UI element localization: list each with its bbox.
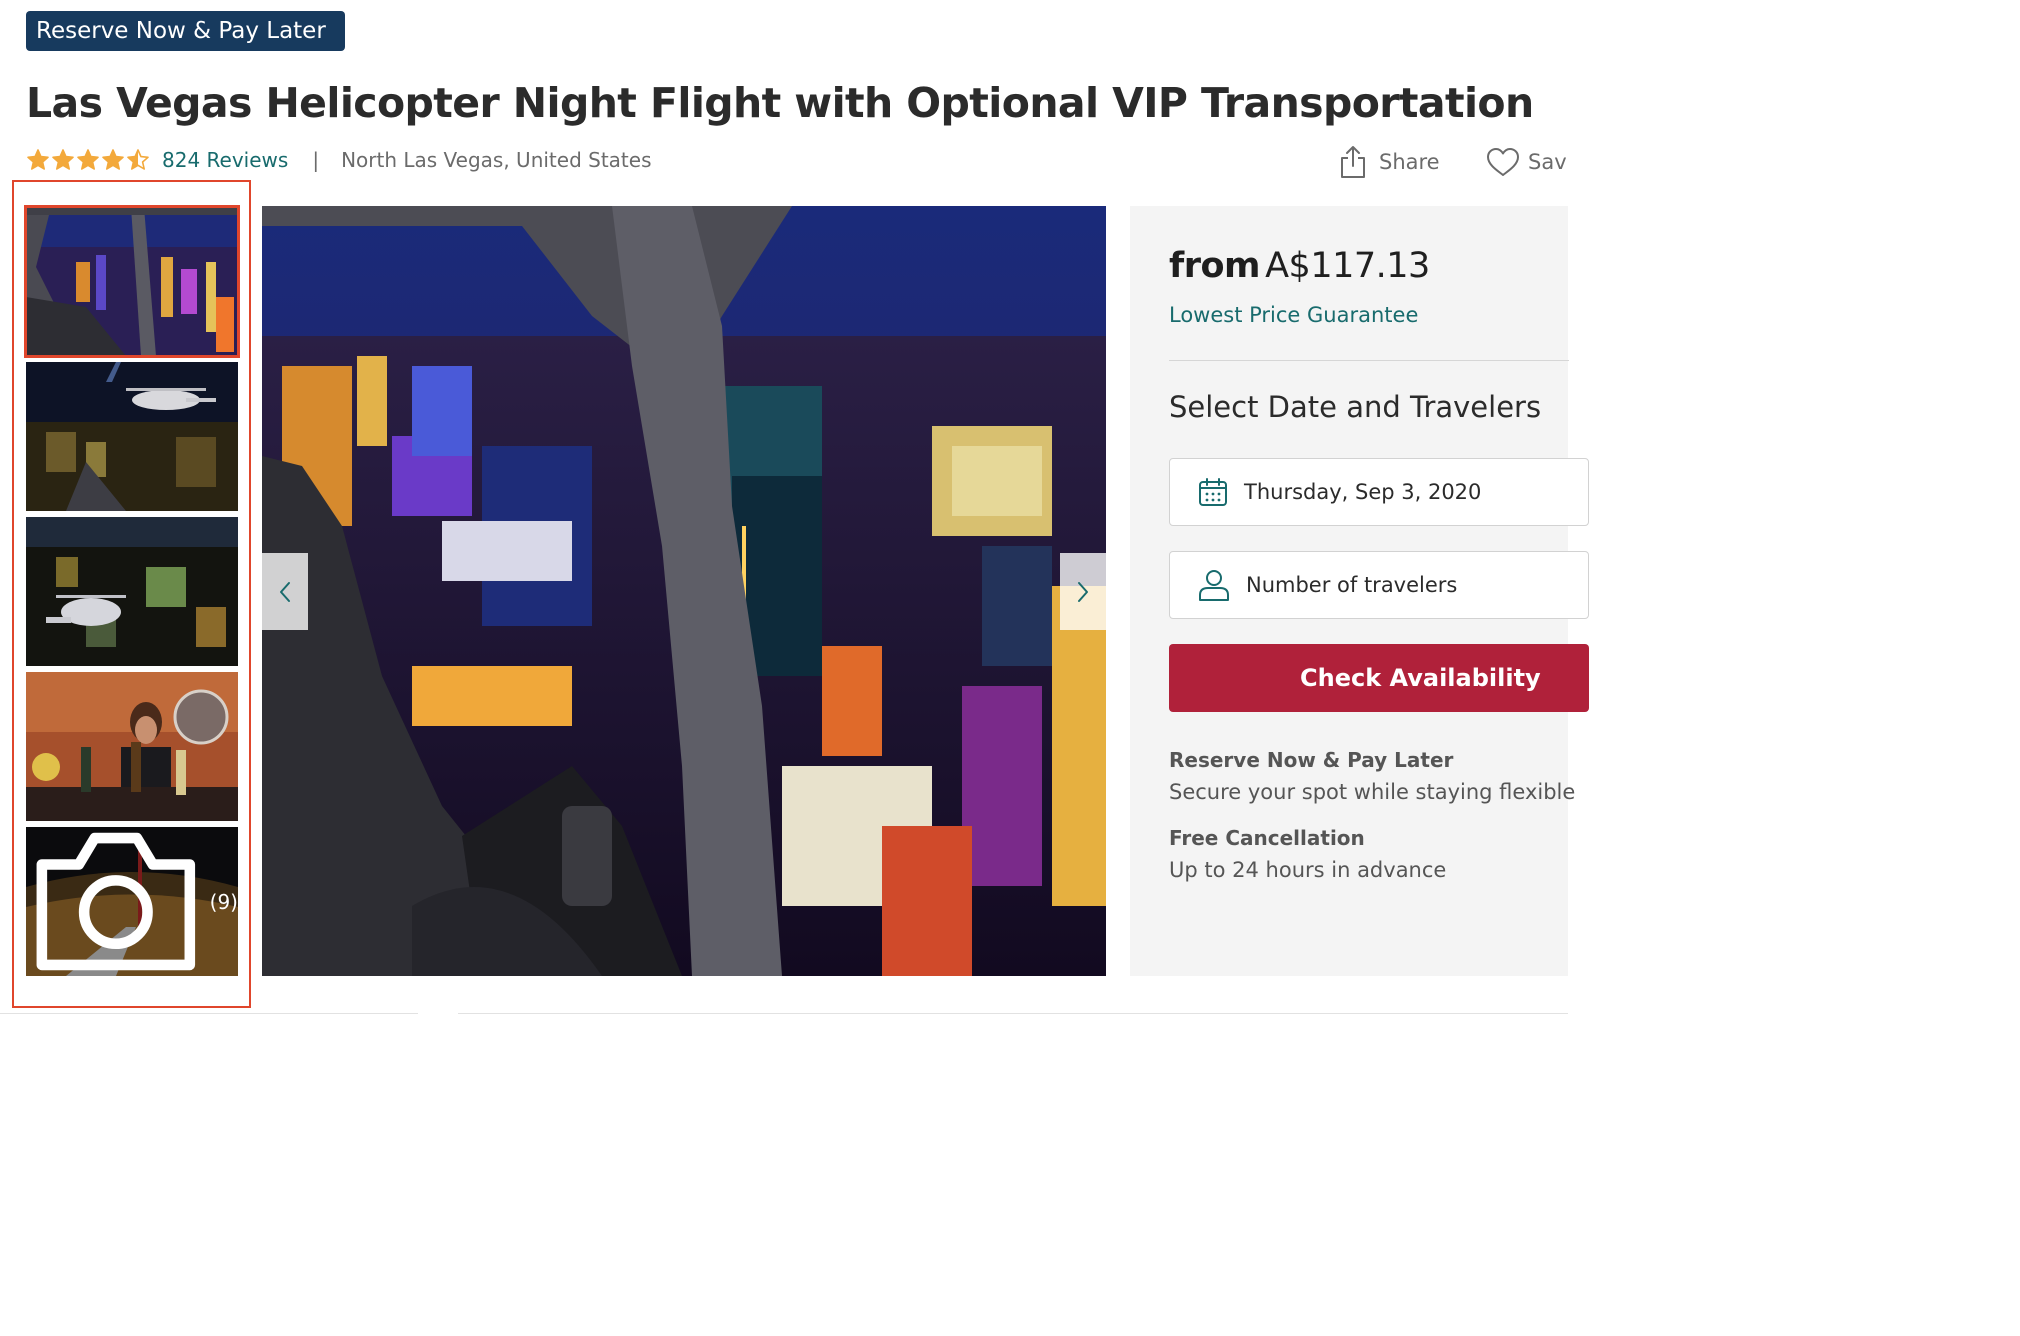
- heart-icon: [1487, 148, 1519, 176]
- reserve-now-title: Reserve Now & Pay Later: [1169, 748, 1454, 772]
- reserve-now-badge: Reserve Now & Pay Later: [26, 11, 345, 51]
- date-value: Thursday, Sep 3, 2020: [1244, 480, 1482, 504]
- thumbnail-helicopter-over-strip[interactable]: [26, 362, 238, 511]
- calendar-icon: [1199, 478, 1227, 506]
- price-block: from A$117.13: [1169, 246, 1430, 286]
- main-photo: [262, 206, 1106, 976]
- star-full-icon: [102, 149, 124, 170]
- share-button[interactable]: Share: [1339, 144, 1440, 180]
- location-text: North Las Vegas, United States: [341, 148, 652, 172]
- meta-separator: |: [312, 148, 320, 172]
- traveler-icon: [1199, 570, 1229, 601]
- product-meta-row: 824 Reviews | North Las Vegas, United St…: [26, 144, 651, 176]
- chevron-right-icon: [1078, 581, 1088, 602]
- helicopter-cockpit-night-image: [262, 206, 1106, 976]
- thumbnail-helicopter-above-city[interactable]: [26, 517, 238, 666]
- thumbnail-more-photos[interactable]: (9): [26, 827, 238, 976]
- helicopter-above-city-image: [26, 517, 238, 666]
- rating-stars: [26, 148, 150, 172]
- select-date-travelers-heading: Select Date and Travelers: [1169, 390, 1542, 424]
- check-availability-button[interactable]: Check Availability: [1169, 644, 1589, 712]
- camera-icon: [36, 832, 196, 971]
- previous-photo-button[interactable]: [262, 553, 308, 630]
- star-half-icon: [127, 149, 149, 170]
- lowest-price-guarantee-link[interactable]: Lowest Price Guarantee: [1169, 303, 1418, 327]
- star-full-icon: [27, 149, 49, 170]
- booking-divider: [1169, 360, 1569, 361]
- date-picker-field[interactable]: Thursday, Sep 3, 2020: [1169, 458, 1589, 526]
- save-label: Sav: [1528, 150, 1567, 174]
- host-with-wine-image: [26, 672, 238, 821]
- next-photo-button[interactable]: [1060, 553, 1106, 630]
- page-title: Las Vegas Helicopter Night Flight with O…: [26, 79, 1534, 127]
- thumbnail-host-with-wine[interactable]: [26, 672, 238, 821]
- share-label: Share: [1379, 150, 1440, 174]
- save-button[interactable]: Sav: [1486, 144, 1567, 180]
- free-cancellation-title: Free Cancellation: [1169, 826, 1365, 850]
- reviews-link[interactable]: 824 Reviews: [162, 148, 288, 172]
- star-full-icon: [77, 149, 99, 170]
- bottom-divider-right: [458, 1013, 1568, 1014]
- booking-panel: from A$117.13 Lowest Price Guarantee Sel…: [1130, 206, 1589, 976]
- chevron-left-icon: [280, 581, 290, 602]
- price-amount: A$117.13: [1265, 246, 1430, 286]
- free-cancellation-text: Up to 24 hours in advance: [1169, 858, 1447, 882]
- thumbnail-cockpit-night-view[interactable]: [24, 205, 240, 358]
- share-icon: [1341, 146, 1365, 178]
- more-photos-overlay: (9): [26, 827, 238, 976]
- helicopter-over-strip-image: [26, 362, 238, 511]
- star-full-icon: [52, 149, 74, 170]
- travelers-field[interactable]: Number of travelers: [1169, 551, 1589, 619]
- cockpit-night-image: [26, 207, 238, 356]
- more-photos-count: (9): [209, 889, 238, 914]
- price-prefix: from: [1169, 246, 1261, 286]
- bottom-divider-left: [0, 1013, 418, 1014]
- travelers-placeholder: Number of travelers: [1246, 573, 1458, 597]
- reserve-now-text: Secure your spot while staying flexible: [1169, 780, 1576, 804]
